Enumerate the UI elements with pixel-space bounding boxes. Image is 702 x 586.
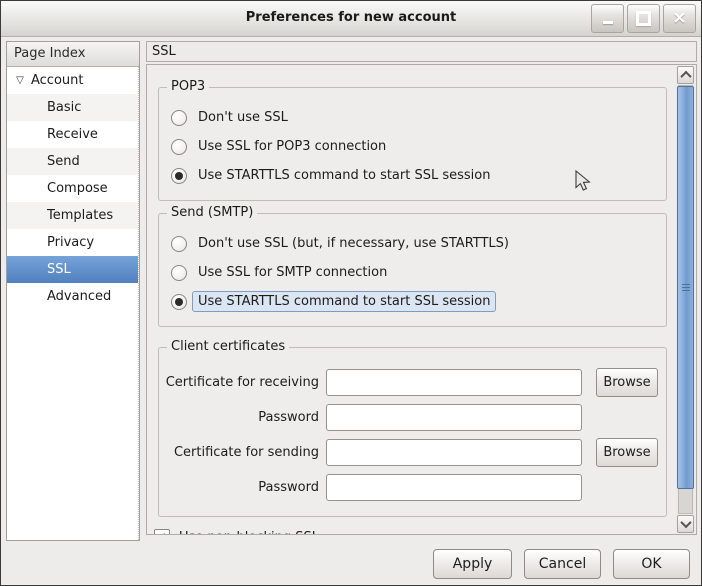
radio-icon	[171, 139, 187, 155]
radio-checked-icon	[171, 168, 187, 184]
sidebar-item-send[interactable]: Send	[7, 148, 138, 175]
page-index-tree: ▽ Account Basic Receive Send Compose Tem…	[7, 67, 139, 540]
minimize-button[interactable]	[591, 4, 624, 33]
maximize-icon	[636, 11, 651, 26]
radio-checked-icon	[171, 294, 187, 310]
vertical-scrollbar[interactable]	[676, 66, 695, 533]
page-index-header: Page Index	[7, 42, 139, 67]
settings-content: POP3 Don't use SSL Use SSL for POP3 conn…	[147, 65, 675, 534]
password-receiving-row: Password	[159, 403, 666, 432]
sidebar-item-receive[interactable]: Receive	[7, 121, 138, 148]
sidebar-item-account[interactable]: ▽ Account	[7, 67, 138, 94]
non-blocking-ssl-checkbox-row[interactable]: ✓ Use non-blocking SSL	[154, 527, 675, 534]
client-certificates-legend: Client certificates	[167, 339, 289, 354]
smtp-group: Send (SMTP) Don't use SSL (but, if neces…	[158, 213, 667, 327]
radio-icon	[171, 236, 187, 252]
smtp-radio-starttls[interactable]: Use STARTTLS command to start SSL sessio…	[159, 287, 666, 316]
scroll-up-icon	[680, 71, 691, 82]
sidebar-item-privacy[interactable]: Privacy	[7, 229, 138, 256]
settings-scroll-area: POP3 Don't use SSL Use SSL for POP3 conn…	[146, 64, 697, 535]
browse-sending-button[interactable]: Browse	[596, 438, 658, 467]
ok-button[interactable]: OK	[613, 549, 690, 579]
checkbox-checked-icon: ✓	[154, 529, 170, 534]
pop3-radio-dont-use-ssl[interactable]: Don't use SSL	[159, 103, 666, 132]
scrollbar-thumb[interactable]	[677, 86, 694, 489]
scroll-down-button[interactable]	[677, 515, 694, 533]
close-icon: ×	[672, 10, 686, 27]
pop3-radio-use-ssl[interactable]: Use SSL for POP3 connection	[159, 132, 666, 161]
maximize-button[interactable]	[627, 4, 660, 33]
sidebar-item-advanced[interactable]: Advanced	[7, 283, 138, 310]
smtp-group-legend: Send (SMTP)	[167, 205, 257, 220]
cancel-button[interactable]: Cancel	[524, 549, 601, 579]
certificate-receiving-input[interactable]	[326, 369, 582, 396]
apply-button[interactable]: Apply	[433, 549, 512, 579]
radio-icon	[171, 110, 187, 126]
sidebar-item-basic[interactable]: Basic	[7, 94, 138, 121]
sidebar-item-templates[interactable]: Templates	[7, 202, 138, 229]
password-sending-input[interactable]	[326, 474, 582, 501]
certificate-sending-row: Certificate for sending Browse	[159, 438, 666, 467]
client-certificates-group: Client certificates Certificate for rece…	[158, 347, 667, 517]
titlebar[interactable]: Preferences for new account ×	[1, 1, 701, 37]
radio-icon	[171, 265, 187, 281]
expander-icon[interactable]: ▽	[13, 75, 27, 86]
page-title: SSL	[146, 41, 697, 62]
browse-receiving-button[interactable]: Browse	[596, 368, 658, 397]
smtp-radio-use-ssl[interactable]: Use SSL for SMTP connection	[159, 258, 666, 287]
smtp-radio-dont-use-ssl[interactable]: Don't use SSL (but, if necessary, use ST…	[159, 229, 666, 258]
preferences-dialog: Preferences for new account × Page Index…	[0, 0, 702, 586]
certificate-sending-input[interactable]	[326, 439, 582, 466]
minimize-icon	[603, 21, 613, 24]
scroll-up-button[interactable]	[677, 66, 694, 84]
password-receiving-input[interactable]	[326, 404, 582, 431]
window-controls: ×	[591, 4, 696, 33]
close-button[interactable]: ×	[663, 4, 696, 33]
certificate-receiving-row: Certificate for receiving Browse	[159, 368, 666, 397]
pop3-radio-starttls[interactable]: Use STARTTLS command to start SSL sessio…	[159, 161, 666, 190]
scroll-down-icon	[680, 517, 691, 528]
sidebar-item-ssl[interactable]: SSL	[7, 256, 138, 283]
password-sending-row: Password	[159, 473, 666, 502]
pop3-group: POP3 Don't use SSL Use SSL for POP3 conn…	[158, 87, 667, 201]
sidebar-item-compose[interactable]: Compose	[7, 175, 138, 202]
pop3-group-legend: POP3	[167, 79, 209, 94]
page-index-panel: Page Index ▽ Account Basic Receive Send …	[6, 41, 140, 541]
